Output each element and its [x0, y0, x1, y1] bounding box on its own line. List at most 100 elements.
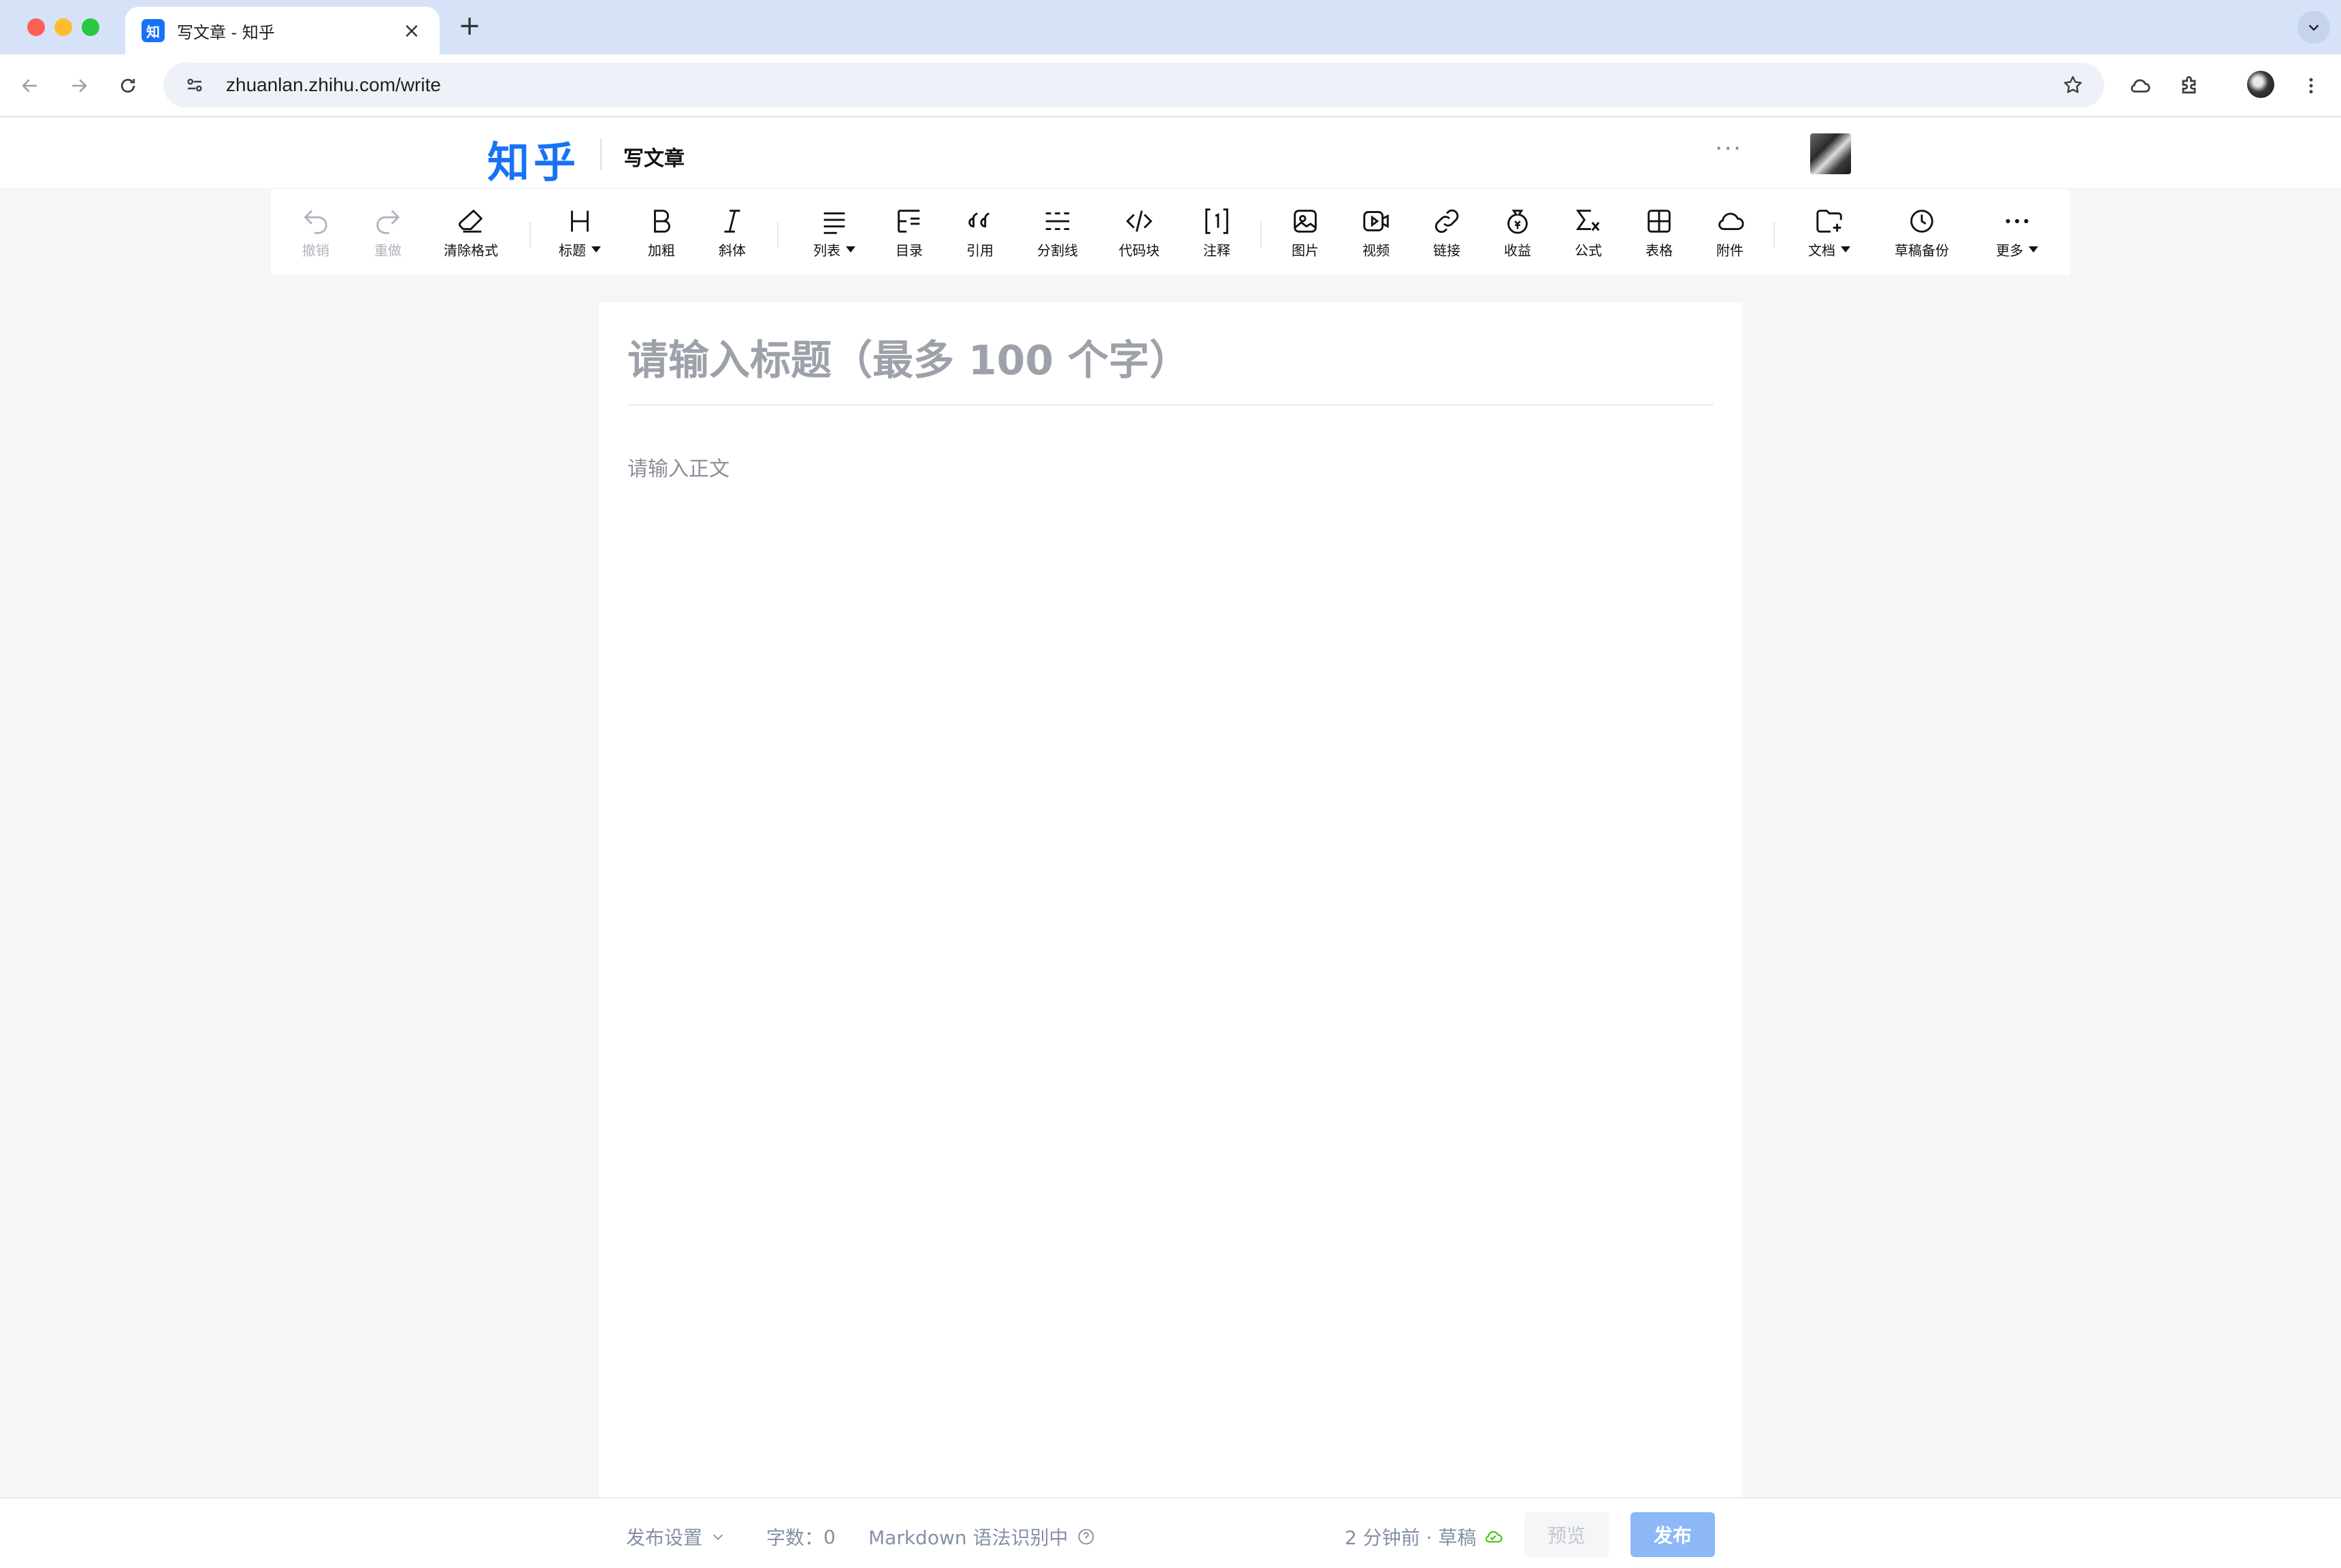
income-button[interactable]: 收益	[1500, 206, 1535, 260]
video-button[interactable]: 视频	[1358, 206, 1394, 260]
save-status: 2 分钟前 · 草稿	[1345, 1523, 1503, 1550]
toc-icon	[898, 210, 920, 233]
publish-settings-dropdown[interactable]: 发布设置	[626, 1523, 725, 1550]
link-label: 链接	[1433, 242, 1460, 259]
body-editor[interactable]: 请输入正文	[627, 452, 730, 482]
markdown-status-label: Markdown 语法识别中	[868, 1526, 1068, 1549]
user-avatar[interactable]	[1810, 133, 1851, 174]
chevron-down-icon	[2029, 246, 2038, 252]
title-underline	[627, 404, 1714, 406]
chevron-down-icon	[591, 246, 601, 252]
bookmark-star-icon[interactable]	[2058, 70, 2088, 100]
list-dropdown[interactable]: 列表	[806, 206, 863, 260]
zhihu-header: 知乎 写文章 ···	[0, 118, 2341, 188]
zhihu-logo[interactable]: 知乎	[487, 128, 580, 189]
table-icon	[1648, 210, 1671, 233]
more-dropdown[interactable]: 更多	[1988, 206, 2046, 260]
footnote-button[interactable]: 注释	[1199, 206, 1234, 260]
bold-button[interactable]: 加粗	[644, 206, 679, 260]
footnote-label: 注释	[1203, 242, 1230, 259]
attachment-button[interactable]: 附件	[1712, 206, 1748, 260]
more-dots-icon	[2006, 218, 2029, 224]
browser-profile-avatar[interactable]	[2247, 71, 2274, 98]
header-more-icon[interactable]: ···	[1715, 135, 1742, 163]
eraser-icon	[458, 210, 482, 233]
image-icon	[1294, 210, 1317, 233]
help-circle-icon[interactable]	[1077, 1527, 1096, 1546]
code-block-button[interactable]: 代码块	[1115, 206, 1164, 260]
save-status-label: 2 分钟前 · 草稿	[1345, 1526, 1477, 1549]
quote-icon	[968, 212, 990, 228]
quote-button[interactable]: 引用	[962, 206, 998, 260]
link-button[interactable]: 链接	[1429, 206, 1464, 260]
forward-arrow-icon[interactable]	[64, 71, 94, 101]
divider-label: 分割线	[1037, 242, 1078, 259]
cloud-extension-icon[interactable]	[2125, 71, 2155, 101]
extensions-puzzle-icon[interactable]	[2175, 71, 2205, 101]
code-block-label: 代码块	[1119, 242, 1160, 259]
clear-format-button[interactable]: 清除格式	[440, 206, 502, 260]
bold-icon	[653, 210, 670, 233]
undo-button[interactable]: 撤销	[298, 206, 333, 260]
editor-toolbar: 撤销 重做 清除格式 标题 加粗 斜体 列表 目录 引用 分割线 代码块 注释 …	[271, 189, 2070, 275]
heading-label: 标题	[559, 242, 586, 259]
toolbar-separator	[1260, 222, 1262, 248]
title-input[interactable]	[627, 327, 1714, 395]
code-icon	[1126, 210, 1153, 232]
image-label: 图片	[1292, 242, 1319, 259]
close-tab-icon[interactable]: ×	[400, 19, 423, 43]
word-count-label: 字数：	[766, 1526, 824, 1549]
redo-label: 重做	[374, 242, 402, 259]
clear-format-label: 清除格式	[444, 242, 498, 259]
word-count-value: 0	[823, 1525, 836, 1548]
sigma-icon	[1575, 210, 1600, 231]
list-label: 列表	[813, 242, 840, 259]
browser-tab-active[interactable]: 知 写文章 - 知乎 ×	[125, 7, 440, 54]
document-dropdown[interactable]: 文档	[1801, 206, 1858, 260]
video-icon	[1363, 211, 1389, 231]
page-title: 写文章	[623, 147, 685, 171]
minimize-window-button[interactable]	[54, 18, 72, 36]
formula-button[interactable]: 公式	[1571, 206, 1606, 260]
site-settings-icon[interactable]	[180, 70, 210, 100]
table-label: 表格	[1646, 242, 1673, 259]
browser-tab-bar: 知 写文章 - 知乎 × +	[0, 0, 2341, 54]
new-tab-button[interactable]: +	[455, 11, 485, 41]
image-button[interactable]: 图片	[1288, 206, 1323, 260]
tab-search-chevron-icon[interactable]	[2297, 11, 2330, 44]
publish-button[interactable]: 发布	[1631, 1512, 1715, 1557]
editor-canvas: 请输入正文	[599, 302, 1742, 1497]
heading-dropdown[interactable]: 标题	[551, 206, 608, 260]
italic-icon	[724, 210, 740, 233]
close-window-button[interactable]	[27, 18, 45, 36]
toc-button[interactable]: 目录	[891, 206, 927, 260]
editor-footer: 发布设置 字数： 0 Markdown 语法识别中 2 分钟前 · 草稿 预览 …	[0, 1497, 2341, 1568]
quote-label: 引用	[966, 242, 994, 259]
table-button[interactable]: 表格	[1641, 206, 1677, 260]
cloud-saved-icon	[1486, 1531, 1503, 1543]
browser-menu-icon[interactable]	[2296, 71, 2326, 101]
draft-backup-button[interactable]: 草稿备份	[1890, 206, 1953, 260]
toolbar-separator	[777, 222, 779, 248]
back-arrow-icon[interactable]	[15, 71, 45, 101]
browser-toolbar: zhuanlan.zhihu.com/write	[0, 54, 2341, 117]
heading-icon	[571, 210, 589, 232]
url-text: zhuanlan.zhihu.com/write	[226, 74, 441, 95]
list-icon	[823, 212, 845, 234]
chevron-down-icon	[713, 1534, 723, 1540]
divider-button[interactable]: 分割线	[1033, 206, 1082, 260]
address-bar[interactable]: zhuanlan.zhihu.com/write	[163, 63, 2104, 108]
document-label: 文档	[1808, 242, 1835, 259]
redo-icon	[376, 210, 400, 234]
maximize-window-button[interactable]	[82, 18, 99, 36]
bold-label: 加粗	[648, 242, 675, 259]
redo-button[interactable]: 重做	[370, 206, 406, 260]
reload-icon[interactable]	[113, 71, 143, 101]
preview-button[interactable]: 预览	[1524, 1512, 1609, 1557]
publish-settings-label: 发布设置	[626, 1526, 703, 1549]
chevron-down-icon	[846, 246, 855, 252]
markdown-status: Markdown 语法识别中	[868, 1523, 1096, 1550]
tab-title: 写文章 - 知乎	[177, 22, 275, 42]
italic-label: 斜体	[719, 242, 746, 259]
italic-button[interactable]: 斜体	[715, 206, 750, 260]
